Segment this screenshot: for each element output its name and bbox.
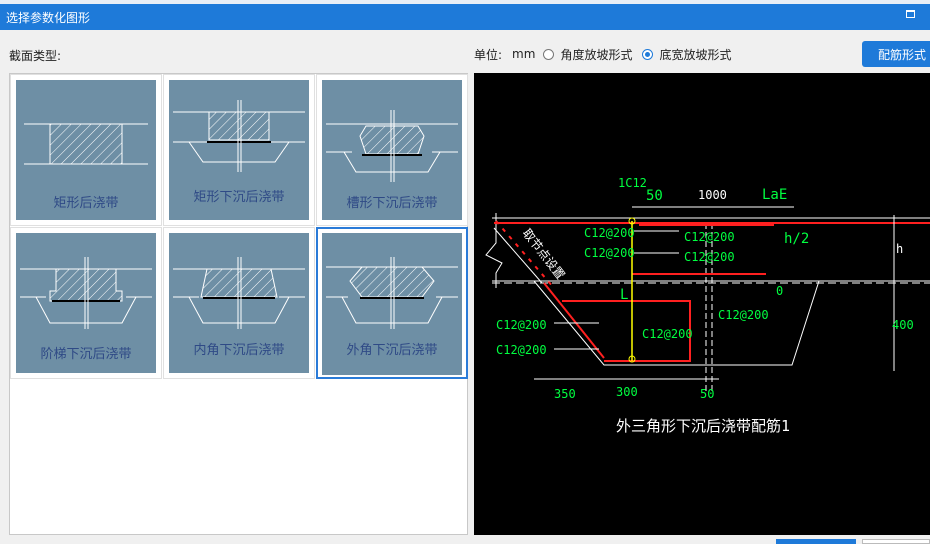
label-dim-50-top: 50 <box>646 188 663 204</box>
cancel-button[interactable] <box>862 539 930 544</box>
shape-thumb-rect-sunken: 矩形下沉后浇带 <box>169 80 309 220</box>
preview-caption: 外三角形下沉后浇带配筋1 <box>616 417 790 435</box>
shape-cell-step-sunken[interactable]: 阶梯下沉后浇带 <box>10 227 162 379</box>
preview-panel: 1C12 50 1000 LaE h/2 h 400 0 L 取节点设置 C12… <box>474 73 930 535</box>
shape-label: 槽形下沉后浇带 <box>346 196 438 211</box>
label-c12-4: C12@200 <box>684 250 735 264</box>
label-dim-350: 350 <box>554 387 576 401</box>
shape-label: 矩形后浇带 <box>53 196 119 211</box>
shape-label: 阶梯下沉后浇带 <box>40 347 132 362</box>
shape-cell-outer-corner-sunken[interactable]: 外角下沉后浇带 <box>316 227 468 379</box>
shape-grid: 矩形后浇带 矩形下沉后浇带 槽形下沉后浇带 阶梯下沉后浇带 内角下沉后浇带 外角… <box>9 73 468 535</box>
label-c12-1: C12@200 <box>584 226 635 240</box>
shape-thumb-inner-corner-sunken: 内角下沉后浇带 <box>169 233 309 373</box>
label-c12-6: C12@200 <box>496 343 547 357</box>
maximize-icon[interactable] <box>906 10 915 18</box>
radio-bottom-width-slope[interactable] <box>642 48 654 60</box>
label-h-half: h/2 <box>784 231 809 247</box>
ok-button[interactable] <box>776 539 856 544</box>
label-top-bar: 1C12 <box>618 176 647 190</box>
label-dim-1000: 1000 <box>698 188 727 202</box>
label-L: L <box>620 287 628 303</box>
shape-cell-trough-sunken[interactable]: 槽形下沉后浇带 <box>316 74 468 226</box>
unit-row: 单位: mm 角度放坡形式 底宽放坡形式 <box>474 45 741 63</box>
label-c12-3: C12@200 <box>684 230 735 244</box>
shape-thumb-outer-corner-sunken: 外角下沉后浇带 <box>322 233 462 375</box>
label-dim-400: 400 <box>892 318 914 332</box>
radio-angle-slope-label[interactable]: 角度放坡形式 <box>560 46 632 63</box>
shape-cell-rect[interactable]: 矩形后浇带 <box>10 74 162 226</box>
label-h: h <box>896 242 903 256</box>
shape-label: 内角下沉后浇带 <box>193 343 285 358</box>
dialog-title-bar: 选择参数化图形 <box>0 0 930 30</box>
rebar-diagram: 1C12 50 1000 LaE h/2 h 400 0 L 取节点设置 C12… <box>485 176 930 435</box>
label-zero: 0 <box>776 284 783 298</box>
dialog-title: 选择参数化图形 <box>6 11 91 25</box>
shape-cell-rect-sunken[interactable]: 矩形下沉后浇带 <box>163 74 315 226</box>
radio-angle-slope[interactable] <box>543 48 555 60</box>
shape-thumb-rect: 矩形后浇带 <box>16 80 156 220</box>
label-c12-8: C12@200 <box>718 308 769 322</box>
shape-thumb-trough-sunken: 槽形下沉后浇带 <box>322 80 462 220</box>
shape-label: 矩形下沉后浇带 <box>193 190 285 205</box>
label-lae: LaE <box>762 187 787 203</box>
background-window-strip <box>0 0 930 4</box>
unit-value: mm <box>512 47 536 61</box>
rebar-form-button[interactable]: 配筋形式 <box>862 41 930 67</box>
label-dim-50-bottom: 50 <box>700 387 714 401</box>
unit-label: 单位: <box>474 47 503 62</box>
shape-thumb-step-sunken: 阶梯下沉后浇带 <box>16 233 156 373</box>
radio-bottom-width-slope-label[interactable]: 底宽放坡形式 <box>659 46 731 63</box>
section-type-label: 截面类型: <box>9 49 62 63</box>
label-c12-5: C12@200 <box>496 318 547 332</box>
shape-label: 外角下沉后浇带 <box>346 343 438 358</box>
label-c12-2: C12@200 <box>584 246 635 260</box>
label-dim-300: 300 <box>616 385 638 399</box>
label-c12-7: C12@200 <box>642 327 693 341</box>
shape-cell-inner-corner-sunken[interactable]: 内角下沉后浇带 <box>163 227 315 379</box>
label-slope-note: 取节点设置 <box>520 226 568 282</box>
